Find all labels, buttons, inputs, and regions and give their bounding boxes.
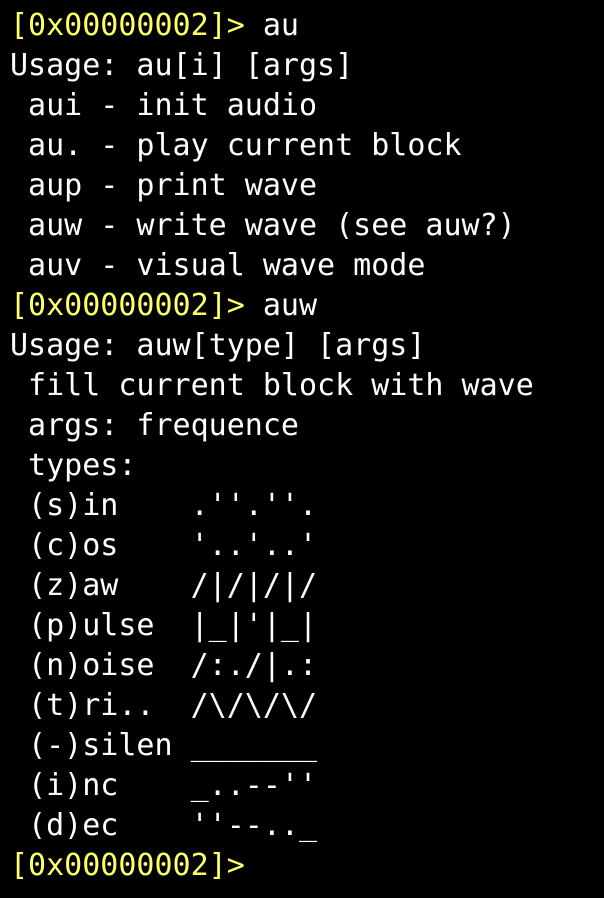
terminal-window[interactable]: [0x00000002]> au Usage: au[i] [args] aui…: [0, 0, 604, 898]
prompt-line: [0x00000002]> auw: [10, 286, 604, 326]
wave-type-line: (s)in .''.''.: [10, 488, 318, 523]
help-line: types:: [10, 448, 137, 483]
prompt-line: [0x00000002]> au: [10, 6, 604, 46]
wave-type-line: (d)ec ''--.._: [10, 808, 318, 843]
wave-type-line: (z)aw /|/|/|/: [10, 568, 318, 603]
wave-type-line: (c)os '..'..': [10, 528, 318, 563]
help-line: auv - visual wave mode: [10, 248, 426, 283]
command-text: auw: [244, 288, 318, 323]
wave-type-line: (p)ulse |_|'|_|: [10, 608, 318, 643]
help-line: args: frequence: [10, 408, 299, 443]
shell-prompt: [0x00000002]>: [10, 848, 245, 883]
usage-line: Usage: au[i] [args]: [10, 48, 354, 83]
command-text: au: [244, 8, 299, 43]
help-line: aup - print wave: [10, 168, 318, 203]
shell-prompt: [0x00000002]>: [10, 288, 245, 323]
wave-type-line: (-)silen _______: [10, 728, 318, 763]
wave-type-line: (n)oise /:./|.:: [10, 648, 318, 683]
prompt-line[interactable]: [0x00000002]>: [10, 846, 604, 886]
help-line: fill current block with wave: [10, 368, 534, 403]
shell-prompt: [0x00000002]>: [10, 8, 245, 43]
help-line: au. - play current block: [10, 128, 462, 163]
help-line: auw - write wave (see auw?): [10, 208, 516, 243]
wave-type-line: (i)nc _..--'': [10, 768, 318, 803]
wave-type-line: (t)ri.. /\/\/\/: [10, 688, 318, 723]
help-line: aui - init audio: [10, 88, 318, 123]
usage-line: Usage: auw[type] [args]: [10, 328, 426, 363]
